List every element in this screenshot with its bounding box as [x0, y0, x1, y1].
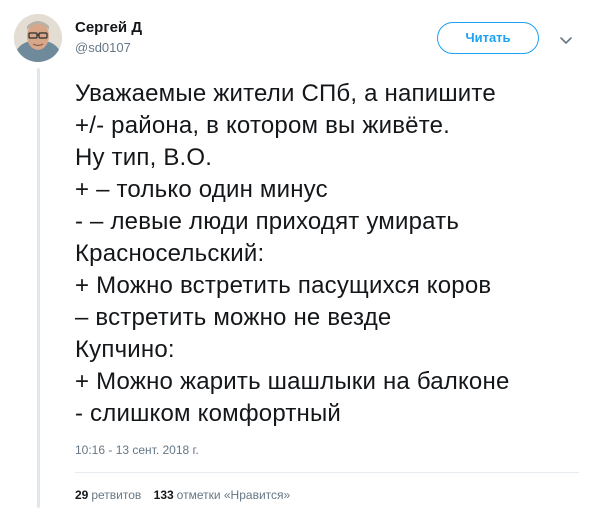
- tweet-line: + Можно встретить пасущихся коров: [75, 272, 492, 299]
- tweet-line: Купчино:: [75, 336, 175, 363]
- avatar-photo: [14, 14, 62, 62]
- tweet-line: - слишком комфортный: [75, 400, 342, 427]
- follow-button[interactable]: Читать: [437, 22, 539, 54]
- tweet-line: + Можно жарить шашлыки на балконе: [75, 368, 510, 395]
- likes-label: отметки «Нравится»: [176, 488, 291, 502]
- more-options-button[interactable]: [556, 30, 576, 50]
- tweet-line: Уважаемые жители СПб, а напишите: [75, 80, 496, 107]
- tweet-stats: 29 ретвитов 133 отметки «Нравится»: [75, 488, 299, 502]
- tweet-line: Ну тип, В.О.: [75, 144, 213, 171]
- retweets-count: 29: [75, 488, 89, 502]
- thread-line: [37, 68, 40, 508]
- author-handle[interactable]: @sd0107: [75, 40, 131, 55]
- tweet-line: +/- района, в котором вы живёте.: [75, 112, 451, 139]
- avatar[interactable]: [14, 14, 62, 62]
- tweet-line: – встретить можно не везде: [75, 304, 392, 331]
- tweet: Сергей Д @sd0107 Читать Уважаемые жители…: [0, 0, 594, 508]
- tweet-line: + – только один минус: [75, 176, 328, 203]
- tweet-text: Уважаемые жители СПб, а напишите +/- рай…: [75, 78, 510, 430]
- likes-count: 133: [153, 488, 174, 502]
- tweet-timestamp[interactable]: 10:16 - 13 сент. 2018 г.: [75, 443, 199, 457]
- chevron-down-icon: [560, 37, 572, 44]
- divider: [75, 472, 579, 473]
- tweet-line: - – левые люди приходят умирать: [75, 208, 460, 235]
- retweets-stat[interactable]: 29 ретвитов: [75, 488, 141, 502]
- tweet-line: Красносельский:: [75, 240, 265, 267]
- author-name[interactable]: Сергей Д: [75, 19, 142, 36]
- retweets-label: ретвитов: [91, 488, 142, 502]
- likes-stat[interactable]: 133 отметки «Нравится»: [154, 488, 291, 502]
